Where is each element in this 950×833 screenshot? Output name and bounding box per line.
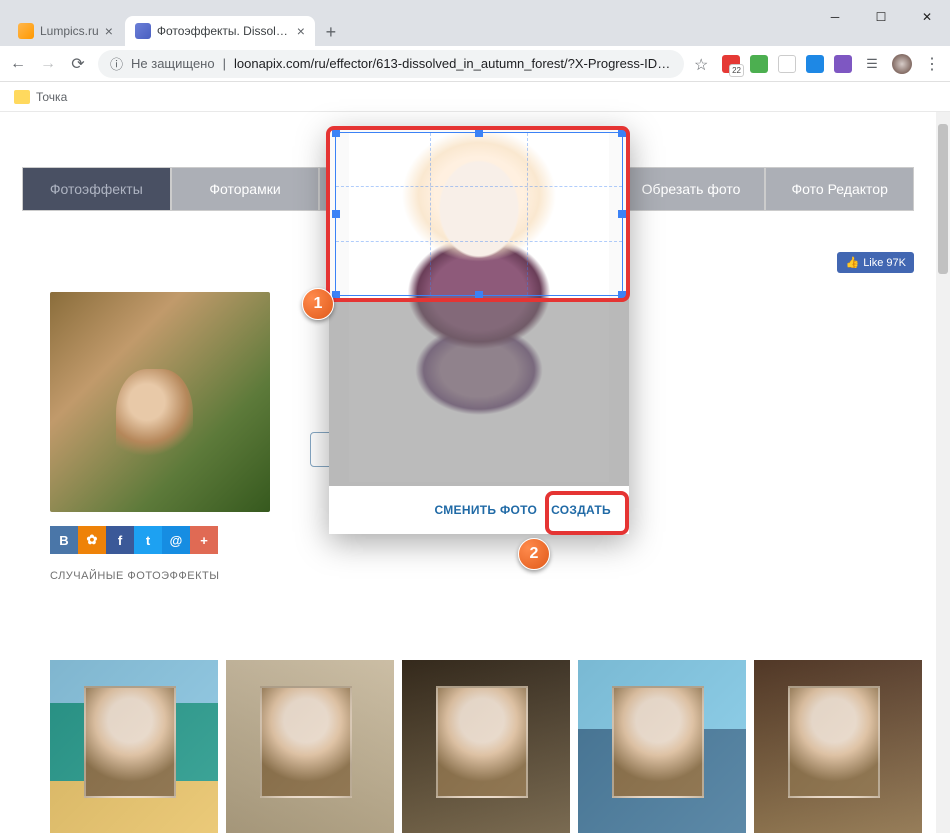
window-controls: ─ ☐ ✕: [812, 0, 950, 34]
effect-thumbnail[interactable]: [754, 660, 922, 833]
random-effects-title: СЛУЧАЙНЫЕ ФОТОЭФФЕКТЫ: [50, 570, 270, 582]
scrollbar-thumb[interactable]: [938, 124, 948, 274]
crop-handle[interactable]: [332, 129, 340, 137]
crop-canvas[interactable]: [329, 128, 629, 486]
social-share-row: B ✿ f t @ +: [50, 526, 270, 554]
extension-icon[interactable]: [778, 55, 796, 73]
effect-thumbnail[interactable]: [226, 660, 394, 833]
share-ok[interactable]: ✿: [78, 526, 106, 554]
extension-icon[interactable]: [806, 55, 824, 73]
crop-mask: [329, 298, 629, 486]
share-more[interactable]: +: [190, 526, 218, 554]
close-tab-icon[interactable]: ×: [297, 23, 305, 39]
crop-handle[interactable]: [332, 210, 340, 218]
share-mail[interactable]: @: [162, 526, 190, 554]
share-facebook[interactable]: f: [106, 526, 134, 554]
annotation-marker-1: 1: [302, 288, 334, 320]
crop-selection[interactable]: [335, 132, 623, 296]
crop-handle[interactable]: [618, 210, 626, 218]
like-label: Like 97K: [863, 257, 906, 269]
crop-handle[interactable]: [332, 291, 340, 299]
reload-icon[interactable]: ⟳: [68, 54, 88, 74]
effect-thumbnail[interactable]: [50, 660, 218, 833]
tab-title: Lumpics.ru: [40, 24, 99, 38]
thumbs-up-icon: 👍: [845, 256, 859, 269]
nav-photoframes[interactable]: Фоторамки: [171, 167, 320, 211]
crop-handle[interactable]: [475, 129, 483, 137]
tab-strip: Lumpics.ru × Фотоэффекты. Dissolved in a…: [0, 14, 950, 46]
extension-icon[interactable]: [750, 55, 768, 73]
reading-list-icon[interactable]: ☰: [862, 54, 882, 74]
close-tab-icon[interactable]: ×: [105, 23, 113, 39]
url-field[interactable]: ⓘ Не защищено | loonapix.com/ru/effector…: [98, 50, 684, 78]
favicon-icon: [18, 23, 34, 39]
change-photo-button[interactable]: СМЕНИТЬ ФОТО: [434, 503, 537, 517]
menu-icon[interactable]: ⋮: [922, 54, 942, 74]
crop-modal: СМЕНИТЬ ФОТО СОЗДАТЬ: [329, 128, 629, 534]
bookmark-folder-label[interactable]: Точка: [36, 90, 67, 104]
window-titlebar: [0, 0, 950, 14]
adblock-icon[interactable]: [722, 55, 740, 73]
address-bar: ← → ⟳ ⓘ Не защищено | loonapix.com/ru/ef…: [0, 46, 950, 82]
tab-title: Фотоэффекты. Dissolved in autu...: [157, 24, 291, 38]
left-column: B ✿ f t @ + СЛУЧАЙНЫЕ ФОТОЭФФЕКТЫ: [50, 292, 270, 582]
extension-icons: ☆ ☰ ⋮: [694, 54, 942, 74]
random-effects-grid: [50, 660, 922, 833]
crop-handle[interactable]: [475, 291, 483, 299]
nav-photoeffects[interactable]: Фотоэффекты: [22, 167, 171, 211]
bookmark-star-icon[interactable]: ☆: [694, 55, 712, 73]
share-twitter[interactable]: t: [134, 526, 162, 554]
profile-avatar[interactable]: [892, 54, 912, 74]
info-icon: ⓘ: [110, 54, 123, 73]
crop-handle[interactable]: [618, 129, 626, 137]
url-text: loonapix.com/ru/effector/613-dissolved_i…: [234, 56, 672, 71]
back-icon[interactable]: ←: [8, 54, 28, 74]
tab-loonapix[interactable]: Фотоэффекты. Dissolved in autu... ×: [125, 16, 315, 46]
effect-thumbnail[interactable]: [578, 660, 746, 833]
extension-icon[interactable]: [834, 55, 852, 73]
crop-handle[interactable]: [618, 291, 626, 299]
close-window-button[interactable]: ✕: [904, 0, 950, 34]
effect-preview-image: [50, 292, 270, 512]
new-tab-button[interactable]: +: [317, 18, 345, 46]
forward-icon[interactable]: →: [38, 54, 58, 74]
modal-actions: СМЕНИТЬ ФОТО СОЗДАТЬ: [329, 486, 629, 534]
tab-lumpics[interactable]: Lumpics.ru ×: [8, 16, 123, 46]
nav-crop[interactable]: Обрезать фото: [617, 167, 766, 211]
bookmarks-bar: Точка: [0, 82, 950, 112]
facebook-like-button[interactable]: 👍 Like 97K: [837, 252, 914, 273]
annotation-marker-2: 2: [518, 538, 550, 570]
effect-thumbnail[interactable]: [402, 660, 570, 833]
folder-icon: [14, 90, 30, 104]
vertical-scrollbar[interactable]: [936, 112, 950, 833]
security-warning: Не защищено: [131, 56, 215, 71]
favicon-icon: [135, 23, 151, 39]
share-vk[interactable]: B: [50, 526, 78, 554]
minimize-button[interactable]: ─: [812, 0, 858, 34]
maximize-button[interactable]: ☐: [858, 0, 904, 34]
create-button[interactable]: СОЗДАТЬ: [551, 503, 611, 517]
nav-editor[interactable]: Фото Редактор: [765, 167, 914, 211]
